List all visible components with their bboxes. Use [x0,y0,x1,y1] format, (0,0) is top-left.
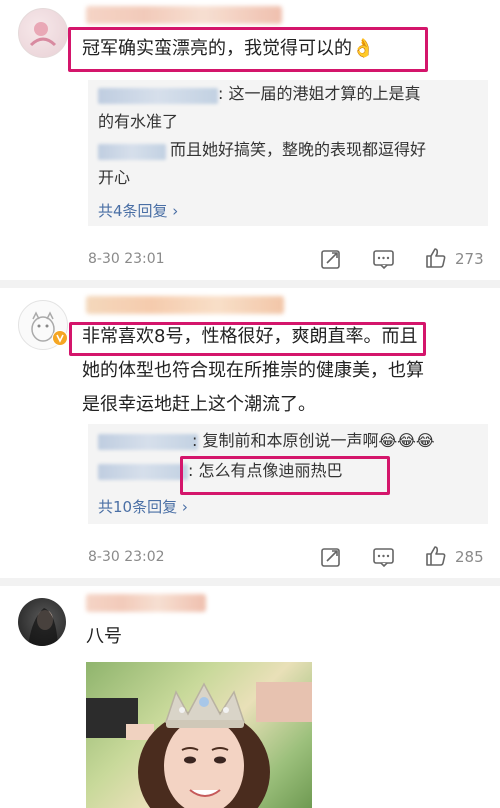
reply-text: : 这一届的港姐才算的上是真 [218,84,421,103]
reply-text: : 复制前和本原创说一声啊😂😂😂 [192,431,435,450]
verified-badge-icon [52,330,68,350]
divider [0,280,500,288]
attached-photo[interactable] [86,662,312,808]
thumbs-up-icon[interactable] [424,544,448,572]
highlight-box [180,456,390,495]
reply-username-blurred[interactable] [98,88,218,104]
like-count: 273 [455,250,484,268]
username-blurred[interactable] [86,6,282,24]
reply-text: 的有水准了 [98,112,179,131]
avatar[interactable] [18,8,68,58]
timestamp: 8-30 23:01 [88,251,165,267]
share-icon[interactable] [320,248,342,274]
reply-box[interactable]: : 这一届的港姐才算的上是真 的有水准了 而且她好搞笑，整晚的表现都逗得好 开心… [88,80,488,226]
avatar-image [28,608,58,646]
highlight-box [68,27,428,72]
photo-content [86,682,312,808]
reply-text: 而且她好搞笑，整晚的表现都逗得好 [170,140,427,159]
highlight-box [69,322,426,356]
reply-username-blurred[interactable] [98,434,198,450]
comment-text: 是很幸运地赶上这个潮流了。 [82,394,316,415]
reply-username-blurred[interactable] [98,464,188,480]
share-icon[interactable] [320,546,342,572]
more-replies-link[interactable]: 共4条回复 › [98,200,178,221]
divider [0,578,500,586]
thumbs-up-icon[interactable] [424,246,448,274]
reply-username-blurred[interactable] [98,144,166,160]
like-count: 285 [455,548,484,566]
avatar[interactable] [18,598,66,646]
comment-text: 她的体型也符合现在所推崇的健康美，也算 [82,360,424,381]
comment-text: 八号 [86,626,122,647]
avatar-image [29,22,57,47]
comment-icon[interactable] [372,546,396,572]
username-blurred[interactable] [86,296,284,314]
timestamp: 8-30 23:02 [88,549,165,565]
username-blurred[interactable] [86,594,206,612]
comment-icon[interactable] [372,248,396,274]
reply-text: 开心 [98,168,131,187]
more-replies-link[interactable]: 共10条回复 › [98,496,188,517]
